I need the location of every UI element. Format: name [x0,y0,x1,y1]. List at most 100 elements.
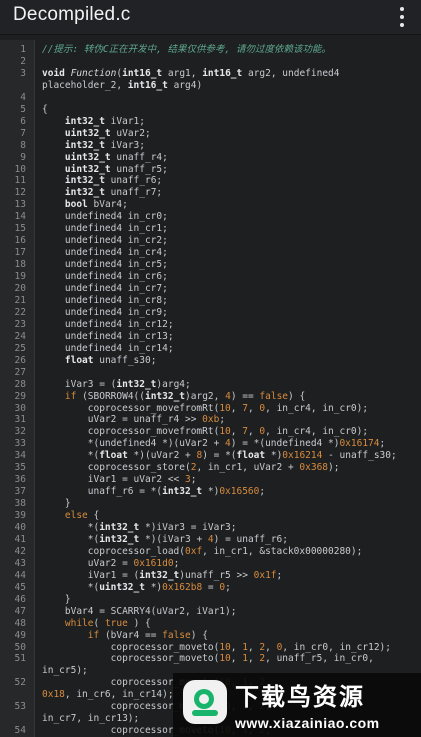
code-line: } [42,594,71,605]
code-line: iVar1 = (int32_t)unaff_r5 >> 0x1f; [42,570,283,581]
line-number: 45 [14,582,26,593]
line-number: 42 [14,546,26,557]
line-number: 49 [14,630,26,641]
line-number: 43 [14,558,26,569]
line-number: 51 [14,653,26,664]
line-number: 2 [20,56,26,67]
line-number: 4 [20,92,26,103]
code-line: *(int32_t *)iVar3 = iVar3; [42,522,237,533]
code-line: undefined4 in_cr14; [42,343,174,354]
file-title: Decompiled.c [13,4,131,25]
line-number: 7 [20,128,26,139]
line-number: 16 [14,235,26,246]
code-line: undefined4 in_cr6; [42,271,168,282]
line-number: 28 [14,379,26,390]
code-line: undefined4 in_cr4; [42,247,168,258]
code-line: uint32_t uVar2; [64,128,151,139]
line-number: 25 [14,343,26,354]
line-number: 13 [14,199,26,210]
code-line: } [42,498,71,509]
code-line: coprocessor_movefromRt(10, 7, 0, in_cr4,… [42,403,369,414]
line-number: 35 [14,462,26,473]
code-line: 0x18, in_cr6, in_cr14); [42,689,174,700]
line-number: 48 [14,618,26,629]
line-number: 32 [14,426,26,437]
code-line: bool bVar4; [64,199,128,210]
line-number: 36 [14,474,26,485]
line-number: 3 [20,68,26,79]
code-line: undefined4 in_cr12; [42,319,174,330]
line-number: 40 [14,522,26,533]
code-line: uint32_t unaff_r5; [64,164,168,175]
code-line: *(undefined4 *)(uVar2 + 4) = *(undefined… [42,438,386,449]
line-number: 6 [20,116,26,127]
code-line: *(float *)(uVar2 + 8) = *(float *)0x1621… [42,450,397,461]
code-line: undefined4 in_cr5; [42,259,168,270]
code-line: uVar2 = 0x161d0; [42,558,180,569]
line-number: 5 [20,104,26,115]
line-number: 19 [14,271,26,282]
code-line: placeholder_2, int16_t arg4) [42,80,203,91]
line-number: 39 [14,510,26,521]
line-number: 38 [14,498,26,509]
code-line: bVar4 = SCARRY4(uVar2, iVar1); [42,606,237,617]
code-line: int32_t unaff_r7; [64,187,163,198]
line-number: 1 [20,44,26,55]
code-line: iVar1 = uVar2 << 3; [42,474,197,485]
code-line: if (SBORROW4((int32_t)arg2, 4) == false)… [64,391,306,402]
line-number: 31 [14,414,26,425]
code-line: in_cr7, in_cr13); [42,713,140,724]
code-line: void Function(int16_t arg1, int16_t arg2… [42,68,340,79]
code-line: undefined4 in_cr1; [42,223,168,234]
code-line: float unaff_s30; [64,355,157,366]
bird-logo-icon [183,680,227,724]
line-number: 9 [20,152,26,163]
code-line: int32_t iVar1; [64,116,145,127]
line-number: 41 [14,534,26,545]
line-number: 27 [14,367,26,378]
code-line: { [42,104,48,115]
line-number: 14 [14,211,26,222]
line-number: 50 [14,642,26,653]
code-line: *(uint32_t *)0x162b8 = 0; [42,582,231,593]
code-line: undefined4 in_cr8; [42,295,168,306]
code-line: coprocessor_moveto(10, 1, 2, unaff_r5, i… [42,653,374,664]
code-line: uVar2 = unaff_r4 >> 0xb; [42,414,226,425]
line-number: 33 [14,438,26,449]
code-line: int32_t iVar3; [64,140,145,151]
code-line: undefined4 in_cr0; [42,211,168,222]
line-number: 18 [14,259,26,270]
code-line: coprocessor_moveto(10, 1, 2, 0, in_cr0, … [42,642,391,653]
line-number: 12 [14,187,26,198]
code-line: if (bVar4 == false) { [87,630,208,641]
code-line: coprocessor_load(0xf, in_cr1, &stack0x00… [42,546,363,557]
line-number: 46 [14,594,26,605]
line-number: 37 [14,486,26,497]
line-number: 53 [14,701,26,712]
line-number: 20 [14,283,26,294]
watermark: 下载鸟资源 www.xiazainiao.com [173,673,421,737]
line-number: 23 [14,319,26,330]
line-number: 22 [14,307,26,318]
line-number: 34 [14,450,26,461]
line-number: 10 [14,164,26,175]
line-number: 26 [14,355,26,366]
code-line: coprocessor_store(2, in_cr1, uVar2 + 0x3… [42,462,340,473]
code-line: while( true ) { [64,618,151,629]
line-number: 11 [14,175,26,186]
code-line: coprocessor_movefromRt(10, 7, 0, in_cr4,… [42,426,369,437]
watermark-brand: 下载鸟资源 [235,683,365,711]
code-line: iVar3 = (int32_t)arg4; [42,379,191,390]
line-number: 17 [14,247,26,258]
more-vert-icon[interactable] [389,4,415,30]
code-line: undefined4 in_cr7; [42,283,168,294]
code-line: undefined4 in_cr13; [42,331,174,342]
line-number: 8 [20,140,26,151]
code-line: in_cr5); [42,665,88,676]
line-number: 21 [14,295,26,306]
code-editor[interactable]: 1 //提示: 转伪C正在开发中, 结果仅供参考, 请勿过度依赖该功能。 2 3 voi… [0,40,421,737]
code-line: unaff_r6 = *(int32_t *)0x16560; [42,486,266,497]
code-line: undefined4 in_cr9; [42,307,168,318]
line-number: 30 [14,403,26,414]
code-line: *(int32_t *)(iVar3 + 4) = unaff_r6; [42,534,288,545]
